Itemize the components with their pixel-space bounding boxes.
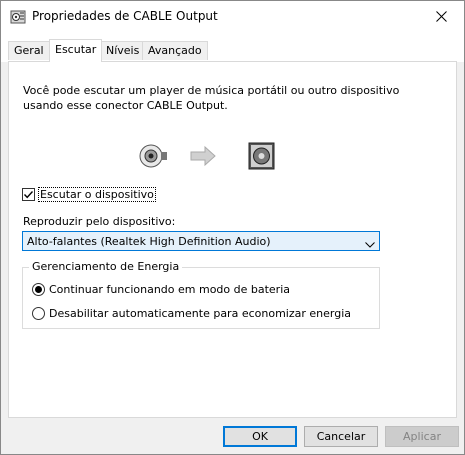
ok-button[interactable]: OK — [223, 426, 297, 447]
device-flow — [139, 141, 279, 171]
window-title: Propriedades de CABLE Output — [32, 9, 218, 23]
listen-checkbox[interactable] — [22, 188, 35, 201]
arrow-right-icon — [190, 145, 216, 167]
radio-selected-dot — [35, 286, 42, 293]
speaker-device-icon — [248, 142, 275, 170]
power-management-legend: Gerenciamento de Energia — [29, 260, 183, 273]
tab-niveis[interactable]: Níveis — [100, 41, 146, 60]
radio-disable[interactable] — [32, 307, 45, 320]
speaker-properties-icon — [10, 9, 26, 25]
power-option-continue[interactable]: Continuar funcionando em modo de bateria — [32, 283, 290, 296]
cable-connector-icon — [139, 144, 167, 168]
listen-description: Você pode escutar um player de música po… — [23, 84, 400, 112]
power-option-continue-label: Continuar funcionando em modo de bateria — [49, 283, 291, 296]
title-bar: Propriedades de CABLE Output — [1, 1, 464, 32]
power-option-disable-label: Desabilitar automaticamente para economi… — [49, 307, 351, 320]
tab-geral[interactable]: Geral — [8, 41, 50, 60]
properties-dialog: Propriedades de CABLE Output Geral Escut… — [0, 0, 465, 455]
playback-device-label: Reproduzir pelo dispositivo: — [23, 215, 176, 228]
close-icon — [435, 11, 447, 22]
playback-device-value: Alto-falantes (Realtek High Definition A… — [27, 235, 271, 248]
tab-avancado[interactable]: Avançado — [142, 41, 208, 60]
cancel-button[interactable]: Cancelar — [304, 426, 378, 447]
close-button[interactable] — [418, 1, 464, 32]
listen-checkbox-row[interactable]: Escutar o dispositivo — [22, 187, 156, 202]
tab-escutar[interactable]: Escutar — [49, 39, 103, 62]
apply-button[interactable]: Aplicar — [385, 426, 459, 447]
power-option-disable[interactable]: Desabilitar automaticamente para economi… — [32, 307, 351, 320]
radio-continue[interactable] — [32, 283, 45, 296]
check-icon — [23, 191, 34, 199]
playback-device-select[interactable]: Alto-falantes (Realtek High Definition A… — [22, 231, 380, 251]
chevron-down-icon — [365, 238, 375, 251]
listen-checkbox-label: Escutar o dispositivo — [38, 187, 156, 202]
